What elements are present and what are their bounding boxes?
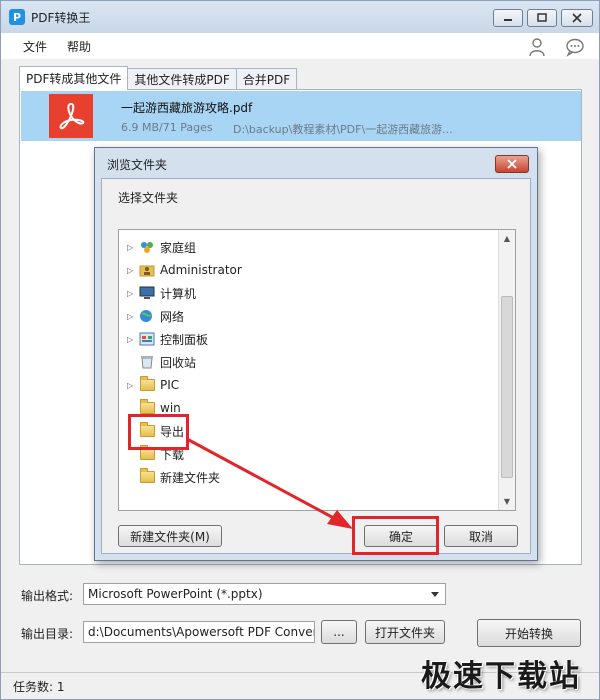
- chevron-down-icon: [431, 592, 439, 597]
- format-value: Microsoft PowerPoint (*.pptx): [88, 587, 263, 601]
- task-count: 任务数: 1: [13, 679, 65, 694]
- format-select[interactable]: Microsoft PowerPoint (*.pptx): [83, 583, 446, 605]
- start-convert-button[interactable]: 开始转换: [477, 619, 581, 647]
- main-window: P PDF转换王 文件 帮助 PDF转成其他文件 其他文件转成PDF 合并PDF…: [0, 0, 600, 700]
- watermark-logo: 极速下载站: [421, 659, 581, 694]
- output-dir-input[interactable]: [83, 621, 315, 643]
- browse-button[interactable]: ...: [321, 620, 357, 644]
- output-dir-label: 输出目录:: [21, 627, 74, 641]
- tab-pdf-to-other[interactable]: PDF转成其他文件: [19, 66, 129, 90]
- format-label: 输出格式:: [21, 589, 74, 603]
- open-folder-button[interactable]: 打开文件夹: [365, 620, 445, 644]
